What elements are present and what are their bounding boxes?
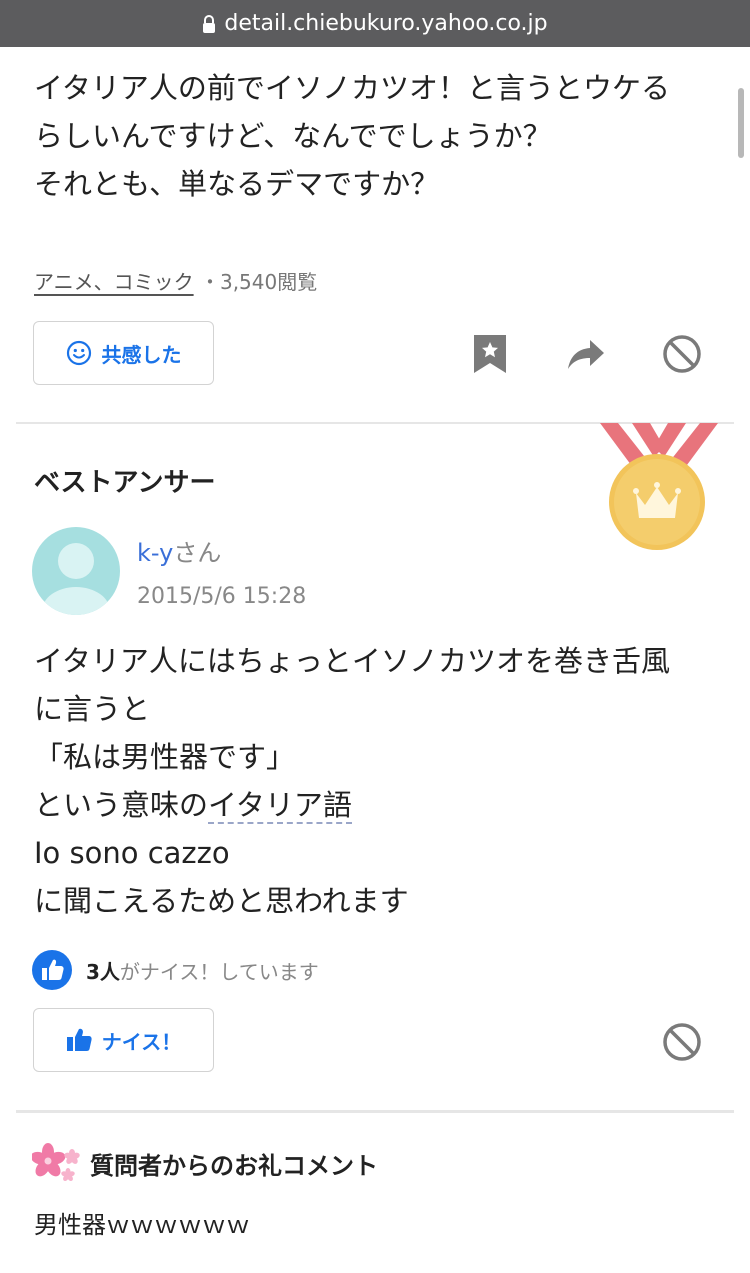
url-text: detail.chiebukuro.yahoo.co.jp <box>224 11 548 36</box>
smile-icon <box>66 340 91 366</box>
question-line: それとも、単なるデマですか？ <box>34 167 440 201</box>
answer-line: イタリア人にはちょっとイソノカツオを巻き舌風 <box>34 644 670 678</box>
share-button[interactable] <box>565 336 607 372</box>
nice-text: がナイス！しています <box>119 959 319 984</box>
empathy-label: 共感した <box>101 342 182 367</box>
thumbs-up-icon <box>66 1028 92 1051</box>
thanks-comment: 男性器ｗｗｗｗｗｗ <box>34 1211 250 1239</box>
thanks-heading: 質問者からのお礼コメント <box>90 1151 378 1180</box>
question-line: らしいんですけど、なんででしょうか？ <box>34 119 552 153</box>
thumbs-up-icon <box>32 950 72 990</box>
answer-text: イタリア人にはちょっとイソノカツオを巻き舌風 に言うと 「私は男性器です」 とい… <box>34 637 714 925</box>
answerer-name[interactable]: k-yさん <box>137 533 221 568</box>
prohibited-icon <box>663 335 701 373</box>
avatar[interactable] <box>32 527 120 615</box>
report-button[interactable] <box>661 1021 703 1063</box>
report-button[interactable] <box>661 333 703 375</box>
question-line: イタリア人の前でイソノカツオ！と言うとウケる <box>34 71 670 105</box>
answer-line: という意味のイタリア語 <box>34 781 714 829</box>
meta-separator: ・ <box>199 270 220 294</box>
share-arrow-icon <box>568 340 604 369</box>
answer-line: に言うと <box>34 692 151 726</box>
scrollbar[interactable] <box>738 88 744 158</box>
prohibited-icon <box>663 1023 701 1061</box>
bookmark-star-icon <box>474 335 506 373</box>
question-meta: アニメ、コミック ・3,540閲覧 <box>34 266 317 295</box>
lock-icon <box>203 14 216 33</box>
question-text: イタリア人の前でイソノカツオ！と言うとウケる らしいんですけど、なんででしょうか… <box>34 64 714 208</box>
divider <box>16 1110 734 1113</box>
nice-count: 3人 <box>86 959 120 984</box>
answer-line: Io sono cazzo <box>34 836 230 870</box>
sakura-icon <box>32 1143 80 1182</box>
bookmark-button[interactable] <box>470 334 510 374</box>
answer-line: 「私は男性器です」 <box>34 740 296 774</box>
nice-button[interactable]: ナイス！ <box>33 1008 214 1072</box>
empathy-button[interactable]: 共感した <box>33 321 214 385</box>
nice-summary: 3人 がナイス！しています <box>32 950 319 990</box>
user-name[interactable]: k-y <box>137 539 173 567</box>
keyword-link[interactable]: イタリア語 <box>208 788 352 824</box>
category-link[interactable]: アニメ、コミック <box>34 270 194 294</box>
answer-timestamp: 2015/5/6 15:28 <box>137 584 307 609</box>
view-count: 3,540閲覧 <box>219 270 318 294</box>
url-bar[interactable]: detail.chiebukuro.yahoo.co.jp <box>0 0 750 47</box>
thanks-title: 質問者からのお礼コメント <box>32 1143 378 1183</box>
best-answer-title: ベストアンサー <box>34 468 216 498</box>
answer-text-segment: という意味の <box>34 788 209 822</box>
gold-medal-icon <box>600 423 718 550</box>
answer-line: に聞こえるためと思われます <box>34 884 409 918</box>
nice-label: ナイス！ <box>101 1029 182 1054</box>
user-suffix: さん <box>173 539 222 567</box>
